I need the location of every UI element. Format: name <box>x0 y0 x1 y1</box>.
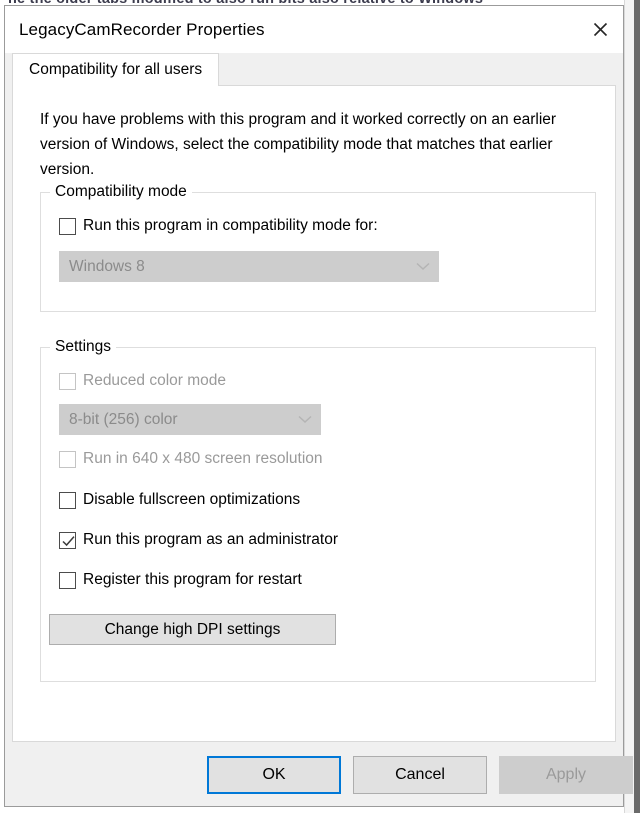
chevron-down-icon <box>290 415 320 424</box>
close-icon <box>592 21 609 38</box>
tab-compatibility-for-all-users[interactable]: Compatibility for all users <box>12 53 220 86</box>
dialog-title: LegacyCamRecorder Properties <box>19 19 265 39</box>
button-label: Cancel <box>395 766 445 783</box>
close-button[interactable] <box>577 6 623 53</box>
checkbox-disable-fullscreen-optimizations[interactable]: Disable fullscreen optimizations <box>59 491 300 509</box>
checkbox-run-in-compatibility-mode[interactable]: Run this program in compatibility mode f… <box>59 217 378 235</box>
button-label: Change high DPI settings <box>104 620 281 638</box>
tab-label: Compatibility for all users <box>29 61 203 78</box>
background-right-strip <box>624 0 640 813</box>
dialog-footer: OK Cancel Apply <box>5 742 633 806</box>
checkbox-label: Run this program as an administrator <box>83 531 339 548</box>
combo-color-depth[interactable]: 8-bit (256) color <box>59 404 321 435</box>
checkbox-run-in-640x480[interactable]: Run in 640 x 480 screen resolution <box>59 450 323 468</box>
checkbox-label: Register this program for restart <box>83 571 302 588</box>
checkbox-run-as-administrator[interactable]: Run this program as an administrator <box>59 531 338 549</box>
checkbox-label: Disable fullscreen optimizations <box>83 491 301 508</box>
change-high-dpi-settings-button[interactable]: Change high DPI settings <box>49 614 336 645</box>
checkbox-register-for-restart[interactable]: Register this program for restart <box>59 571 302 589</box>
chevron-down-icon <box>408 262 438 271</box>
background-scroll-rail <box>634 0 640 813</box>
dialog-titlebar: LegacyCamRecorder Properties <box>5 6 623 53</box>
checkbox-box <box>59 491 76 509</box>
checkbox-box <box>59 531 76 549</box>
combo-selected-value: Windows 8 <box>69 257 145 275</box>
group-settings-label: Settings <box>50 338 117 356</box>
intro-description: If you have problems with this program a… <box>40 111 557 178</box>
button-label: Apply <box>545 766 587 783</box>
combo-selected-value: 8-bit (256) color <box>69 410 178 428</box>
combo-compatibility-mode-version[interactable]: Windows 8 <box>59 251 439 282</box>
checkbox-box <box>59 571 76 589</box>
apply-button[interactable]: Apply <box>499 756 633 794</box>
checkbox-box <box>59 217 76 235</box>
checkbox-label: Reduced color mode <box>83 372 227 389</box>
group-compatibility-mode: Compatibility mode Run this program in c… <box>40 183 596 312</box>
button-label: OK <box>262 766 286 783</box>
checkbox-reduced-color-mode[interactable]: Reduced color mode <box>59 372 226 390</box>
group-compatibility-mode-label: Compatibility mode <box>50 183 192 201</box>
ok-button[interactable]: OK <box>207 756 341 794</box>
checkbox-label: Run this program in compatibility mode f… <box>83 217 378 234</box>
tab-strip: Compatibility for all users <box>12 53 616 86</box>
checkbox-label: Run in 640 x 480 screen resolution <box>83 450 323 467</box>
properties-dialog: LegacyCamRecorder Properties Compatibili… <box>4 5 633 807</box>
tab-panel-compatibility: If you have problems with this program a… <box>12 85 616 742</box>
checkbox-box <box>59 450 76 468</box>
cancel-button[interactable]: Cancel <box>353 756 487 794</box>
checkbox-box <box>59 372 76 390</box>
